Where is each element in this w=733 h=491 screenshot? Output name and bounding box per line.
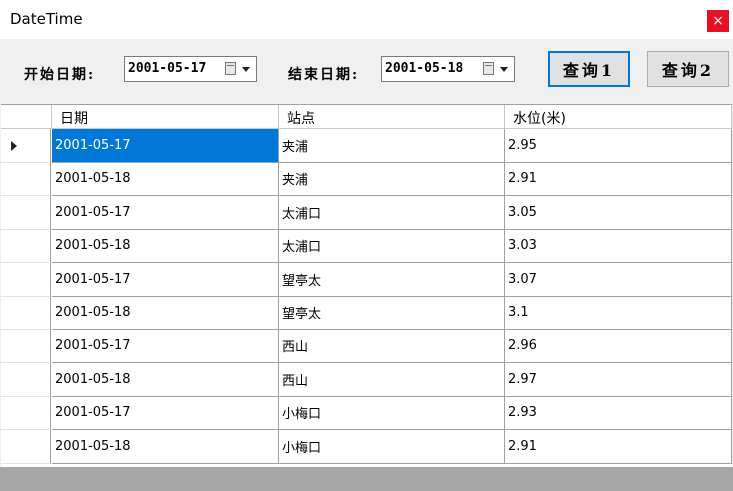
table-row[interactable]: 2001-05-18 小梅口 2.91 [1,429,732,464]
title-bar: DateTime × [0,0,733,39]
row-header[interactable] [1,296,51,330]
column-header-label: 站点 [287,111,315,127]
calendar-icon[interactable] [225,62,236,75]
table-row[interactable]: 2001-05-17 西山 2.96 [1,329,732,364]
cell-date[interactable]: 2001-05-17 [52,262,279,297]
cell-station[interactable]: 太浦口 [279,229,505,264]
cell-station[interactable]: 西山 [279,362,505,397]
row-header[interactable] [1,329,51,364]
query1-button[interactable]: 查询1 [548,51,630,87]
cell-station[interactable]: 望亭太 [279,296,505,330]
cell-date[interactable]: 2001-05-18 [52,229,279,264]
chevron-down-icon[interactable] [500,67,508,72]
cell-date[interactable]: 2001-05-17 [52,129,279,163]
close-button[interactable]: × [707,10,729,32]
cell-date[interactable]: 2001-05-18 [52,362,279,397]
cell-station[interactable]: 夹浦 [279,162,505,197]
start-date-value: 2001-05-17 [128,61,207,76]
cell-station[interactable]: 太浦口 [279,195,505,230]
column-header-level[interactable]: 水位(米) [505,105,732,129]
cell-station[interactable]: 西山 [279,329,505,364]
row-header[interactable] [1,229,51,264]
start-date-label: 开始日期: [24,67,96,83]
row-header[interactable] [1,429,51,464]
table-row[interactable]: 2001-05-17 望亭太 3.07 [1,262,732,297]
grid-empty-area [0,467,733,491]
window-title: DateTime [10,10,83,28]
table-row[interactable]: 2001-05-18 望亭太 3.1 [1,296,732,330]
column-header-label: 水位(米) [513,111,566,127]
cell-date[interactable]: 2001-05-18 [52,429,279,464]
cell-level[interactable]: 2.93 [505,396,732,431]
end-date-label: 结束日期: [288,67,360,83]
row-header[interactable] [1,195,51,230]
toolbar: 开始日期: 2001-05-17 结束日期: 2001-05-18 查询1 查询… [0,39,733,103]
cell-level[interactable]: 2.91 [505,429,732,464]
table-row[interactable]: 2001-05-17 小梅口 2.93 [1,396,732,431]
table-row[interactable]: 2001-05-18 太浦口 3.03 [1,229,732,264]
column-header-date[interactable]: 日期 [52,105,279,129]
query2-button[interactable]: 查询2 [647,51,729,87]
table-row[interactable]: 2001-05-17 太浦口 3.05 [1,195,732,230]
end-date-value: 2001-05-18 [385,61,464,76]
calendar-icon[interactable] [483,62,494,75]
table-row[interactable]: 2001-05-18 西山 2.97 [1,362,732,397]
end-date-picker[interactable]: 2001-05-18 [381,56,515,82]
cell-level[interactable]: 3.05 [505,195,732,230]
row-header[interactable] [1,262,51,297]
current-row-icon [11,141,17,151]
data-grid[interactable]: 日期 站点 水位(米) 2001-05-17 夹浦 2.95 2001-05-18 夹浦… [1,104,732,468]
cell-date[interactable]: 2001-05-18 [52,296,279,330]
cell-date[interactable]: 2001-05-17 [52,195,279,230]
table-row[interactable]: 2001-05-17 夹浦 2.95 [1,129,732,163]
row-header[interactable] [1,362,51,397]
column-header-label: 日期 [60,111,88,127]
row-header[interactable] [1,396,51,431]
main-window: DateTime × 开始日期: 2001-05-17 结束日期: 2001-0… [0,0,733,491]
table-row[interactable]: 2001-05-18 夹浦 2.91 [1,162,732,197]
cell-station[interactable]: 夹浦 [279,129,505,163]
row-header[interactable] [1,129,51,163]
cell-level[interactable]: 3.07 [505,262,732,297]
close-icon: × [712,13,724,29]
start-date-picker[interactable]: 2001-05-17 [124,56,257,82]
row-header[interactable] [1,162,51,197]
cell-date[interactable]: 2001-05-18 [52,162,279,197]
column-header-station[interactable]: 站点 [279,105,505,129]
cell-level[interactable]: 2.97 [505,362,732,397]
cell-date[interactable]: 2001-05-17 [52,329,279,364]
cell-station[interactable]: 小梅口 [279,396,505,431]
cell-station[interactable]: 小梅口 [279,429,505,464]
cell-level[interactable]: 3.1 [505,296,732,330]
cell-level[interactable]: 2.96 [505,329,732,364]
cell-level[interactable]: 2.91 [505,162,732,197]
grid-corner-header [1,105,52,129]
chevron-down-icon[interactable] [242,67,250,72]
cell-level[interactable]: 2.95 [505,129,732,163]
cell-level[interactable]: 3.03 [505,229,732,264]
cell-date[interactable]: 2001-05-17 [52,396,279,431]
cell-station[interactable]: 望亭太 [279,262,505,297]
